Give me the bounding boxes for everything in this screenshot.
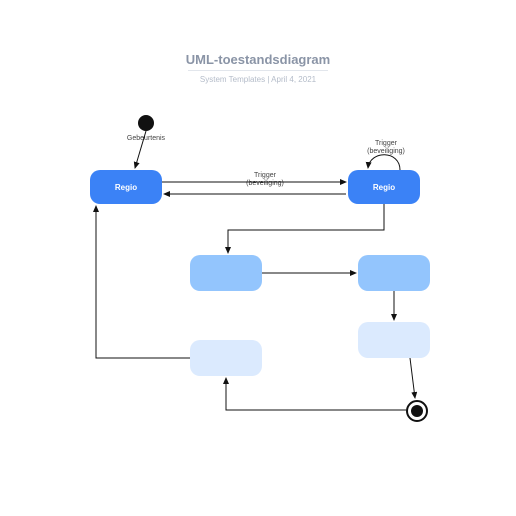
state-regio-right: Regio: [348, 170, 420, 204]
state-regio-right-label: Regio: [373, 183, 395, 192]
diagram-canvas: UML-toestandsdiagram System Templates | …: [0, 0, 516, 516]
state-regio-left-label: Regio: [115, 183, 137, 192]
state-regio-left: Regio: [90, 170, 162, 204]
page-subtitle: System Templates | April 4, 2021: [188, 70, 328, 84]
state-low-left: [190, 340, 262, 376]
final-state: [406, 400, 428, 422]
initial-state: [138, 115, 154, 131]
initial-label: Gebeurtenis: [118, 135, 174, 143]
edge-top-label: Trigger(beveiliging): [230, 172, 300, 187]
edge-self-label: Trigger(beveiliging): [356, 140, 416, 155]
state-mid-left: [190, 255, 262, 291]
state-low-right: [358, 322, 430, 358]
page-title: UML-toestandsdiagram: [0, 52, 516, 67]
state-mid-right: [358, 255, 430, 291]
